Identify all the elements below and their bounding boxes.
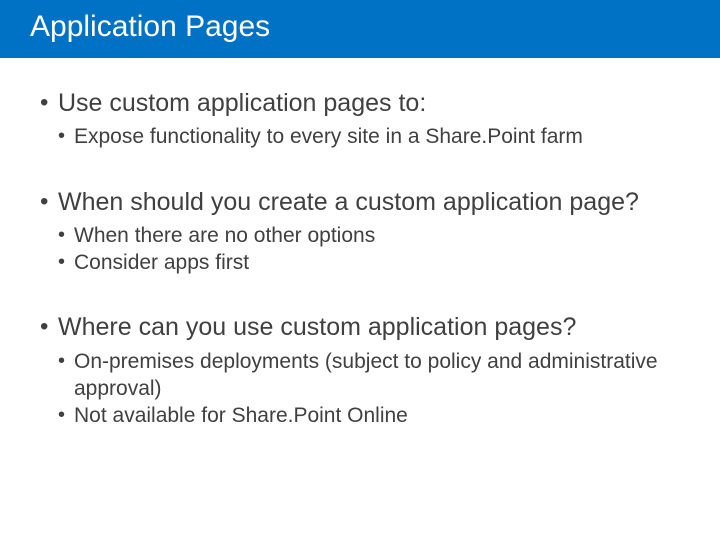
bullet-level2: Not available for Share.Point Online [58, 402, 680, 429]
bullet-level2: When there are no other options [58, 222, 680, 249]
sub-list: Expose functionality to every site in a … [40, 123, 680, 150]
bullet-level1: When should you create a custom applicat… [40, 187, 680, 218]
slide-body: Use custom application pages to: Expose … [0, 58, 720, 430]
slide: Application Pages Use custom application… [0, 0, 720, 540]
sub-list: On-premises deployments (subject to poli… [40, 348, 680, 430]
bullet-level2: Consider apps first [58, 249, 680, 276]
bullet-level2: Expose functionality to every site in a … [58, 123, 680, 150]
bullet-level2: On-premises deployments (subject to poli… [58, 348, 680, 403]
sub-list: When there are no other options Consider… [40, 222, 680, 277]
slide-title: Application Pages [0, 0, 720, 58]
bullet-level1: Where can you use custom application pag… [40, 312, 680, 343]
bullet-level1: Use custom application pages to: [40, 88, 680, 119]
